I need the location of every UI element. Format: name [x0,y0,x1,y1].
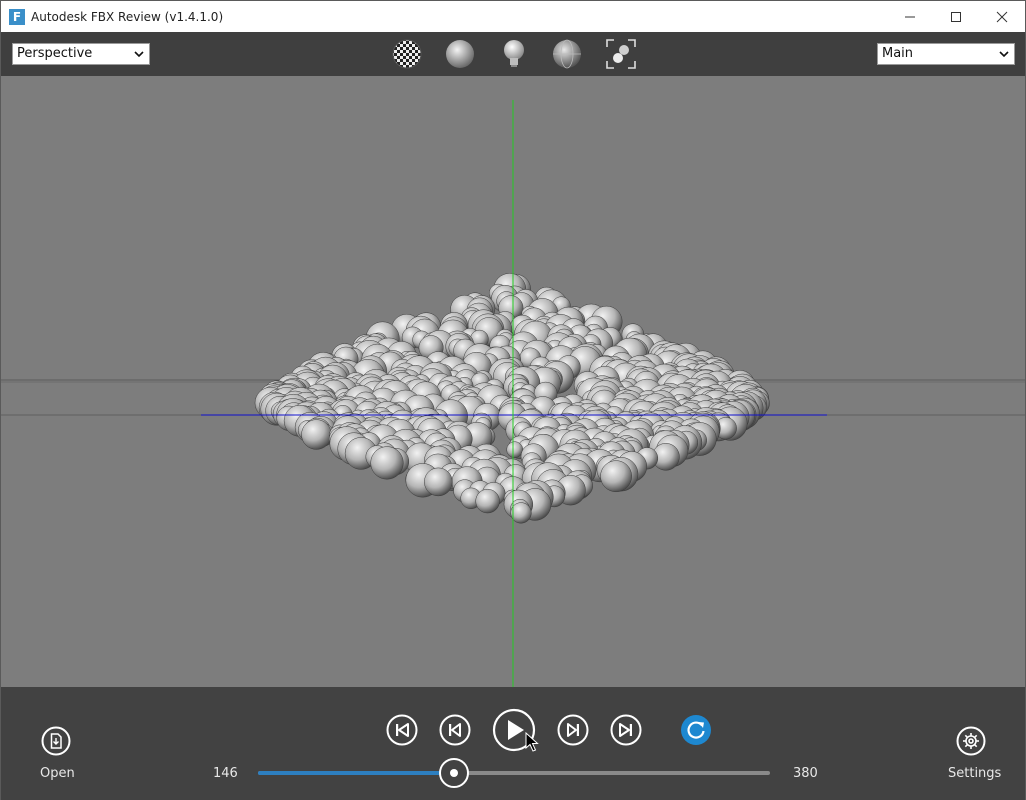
timeline-slider[interactable] [258,758,770,788]
view-select[interactable]: Main [877,43,1015,65]
maximize-icon [951,11,961,22]
play-icon [508,720,524,740]
chevron-down-icon [999,51,1009,58]
gear-icon [963,733,979,749]
3d-viewport[interactable] [1,76,1025,687]
timeline-progress [258,771,455,775]
go-to-start-button[interactable] [386,714,418,746]
light-bulb-icon[interactable] [498,38,530,70]
mouse-cursor-icon [525,732,539,752]
sphere [600,460,632,493]
sphere [506,441,524,459]
frame-all-icon[interactable] [605,38,637,70]
window-title: Autodesk FBX Review (v1.4.1.0) [31,9,224,24]
window-controls [887,1,1025,32]
sphere [301,419,332,450]
app-logo-icon: F [9,8,25,25]
camera-select-value: Perspective [17,46,93,61]
start-frame-label: 146 [213,766,238,781]
sphere [424,467,453,497]
skip-start-icon [396,724,399,736]
step-back-icon [449,724,452,736]
end-frame-label: 380 [793,766,818,781]
sphere-cluster [254,273,770,524]
app-window: F Autodesk FBX Review (v1.4.1.0) Perspec… [0,0,1026,800]
top-toolbar: Perspective Main [1,32,1025,76]
step-forward-button[interactable] [557,714,589,746]
skip-end-icon [619,723,630,737]
open-label: Open [40,766,75,781]
title-bar: F Autodesk FBX Review (v1.4.1.0) [1,1,1025,32]
sphere [370,446,404,480]
close-icon [996,11,1008,22]
maximize-button[interactable] [933,1,979,32]
close-button[interactable] [979,1,1025,32]
scene-canvas[interactable] [1,76,1025,687]
minimize-icon [905,16,915,17]
wireframe-sphere-icon[interactable] [551,38,583,70]
settings-label: Settings [948,766,1002,781]
step-back-button[interactable] [439,714,471,746]
camera-select[interactable]: Perspective [12,43,150,65]
open-button[interactable] [41,726,71,756]
sphere [510,502,532,524]
loop-toggle-button[interactable] [680,714,712,746]
sphere [475,488,500,514]
step-forward-icon [567,723,577,737]
chevron-down-icon [134,51,144,58]
shaded-sphere-icon[interactable] [444,38,476,70]
settings-button[interactable] [956,726,986,756]
timeline-thumb[interactable] [439,758,470,788]
minimize-button[interactable] [887,1,933,32]
checker-texture-icon[interactable] [391,38,423,70]
go-to-end-button[interactable] [610,714,642,746]
view-select-value: Main [882,46,914,61]
